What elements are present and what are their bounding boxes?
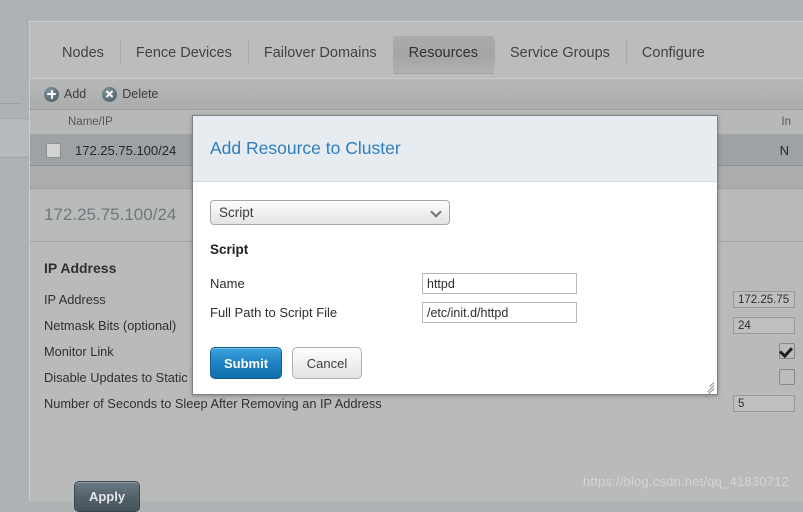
script-name-input[interactable] bbox=[422, 273, 577, 294]
tab-label: Resources bbox=[408, 45, 478, 61]
field-control: 5 bbox=[733, 394, 803, 412]
tab-nodes[interactable]: Nodes bbox=[46, 36, 120, 72]
field-control: 172.25.75 bbox=[733, 290, 803, 308]
add-resource-button[interactable]: Add bbox=[44, 86, 87, 102]
tab-failover-domains[interactable]: Failover Domains bbox=[247, 36, 393, 72]
dialog-field-name: Name bbox=[210, 273, 717, 294]
field-label: Name bbox=[210, 276, 245, 291]
netmask-bits-input[interactable]: 24 bbox=[733, 316, 795, 334]
script-path-input[interactable] bbox=[422, 302, 577, 323]
resource-type-value: Script bbox=[219, 205, 254, 220]
tab-resources[interactable]: Resources bbox=[392, 36, 494, 74]
resize-grip-icon[interactable] bbox=[700, 377, 715, 398]
tab-label: Service Groups bbox=[509, 45, 610, 61]
field-label: Full Path to Script File bbox=[210, 305, 338, 320]
field-control bbox=[779, 369, 803, 385]
field-control: 24 bbox=[733, 316, 803, 334]
field-label: Netmask Bits (optional) bbox=[44, 317, 177, 333]
tab-label: Nodes bbox=[62, 45, 104, 61]
left-panel-divider bbox=[0, 103, 22, 104]
tab-service-groups[interactable]: Service Groups bbox=[493, 36, 626, 72]
field-label: Number of Seconds to Sleep After Removin… bbox=[44, 395, 382, 411]
submit-button[interactable]: Submit bbox=[210, 347, 282, 379]
apply-button[interactable]: Apply bbox=[74, 481, 140, 512]
tab-label: Configure bbox=[641, 45, 705, 61]
chevron-down-icon bbox=[432, 208, 441, 217]
field-label: IP Address bbox=[44, 291, 106, 307]
main-tab-bar: Nodes Fence Devices Failover Domains Res… bbox=[30, 22, 803, 78]
cancel-button[interactable]: Cancel bbox=[292, 347, 362, 379]
x-circle-icon bbox=[102, 86, 118, 102]
dialog-title: Add Resource to Cluster bbox=[210, 138, 401, 158]
resource-toolbar: Add Delete bbox=[30, 78, 803, 110]
tab-configure[interactable]: Configure bbox=[625, 36, 721, 72]
disable-updates-checkbox[interactable] bbox=[779, 369, 795, 385]
column-header-name: Name/IP bbox=[68, 116, 113, 128]
tab-label: Failover Domains bbox=[263, 45, 377, 61]
tab-label: Fence Devices bbox=[135, 45, 232, 61]
delete-resource-button[interactable]: Delete bbox=[102, 86, 159, 102]
monitor-link-checkbox[interactable] bbox=[779, 343, 795, 359]
resource-type-select[interactable]: Script bbox=[210, 200, 450, 225]
field-control bbox=[779, 343, 803, 359]
dialog-section-heading: Script bbox=[210, 242, 249, 257]
dialog-field-script-path: Full Path to Script File bbox=[210, 302, 717, 323]
left-panel-fragment bbox=[0, 118, 30, 158]
sleep-seconds-input[interactable]: 5 bbox=[733, 394, 795, 412]
dialog-header: Add Resource to Cluster bbox=[193, 116, 717, 182]
dialog-body: Script Script Name Full Path to Script F… bbox=[193, 182, 717, 398]
delete-button-label: Delete bbox=[122, 87, 159, 101]
plus-circle-icon bbox=[44, 86, 59, 102]
row-name: 172.25.75.100/24 bbox=[75, 142, 177, 158]
add-button-label: Add bbox=[64, 87, 87, 101]
tab-fence-devices[interactable]: Fence Devices bbox=[119, 36, 248, 72]
column-header-ip: In bbox=[781, 116, 791, 128]
field-label: Monitor Link bbox=[44, 343, 114, 359]
ip-address-input[interactable]: 172.25.75 bbox=[733, 290, 795, 308]
dialog-action-bar: Submit Cancel bbox=[210, 347, 362, 379]
row-checkbox[interactable] bbox=[46, 142, 61, 158]
add-resource-dialog: Add Resource to Cluster Script Script Na… bbox=[192, 115, 718, 398]
field-label: Disable Updates to Static R bbox=[44, 369, 201, 385]
row-ip: N bbox=[779, 142, 789, 158]
